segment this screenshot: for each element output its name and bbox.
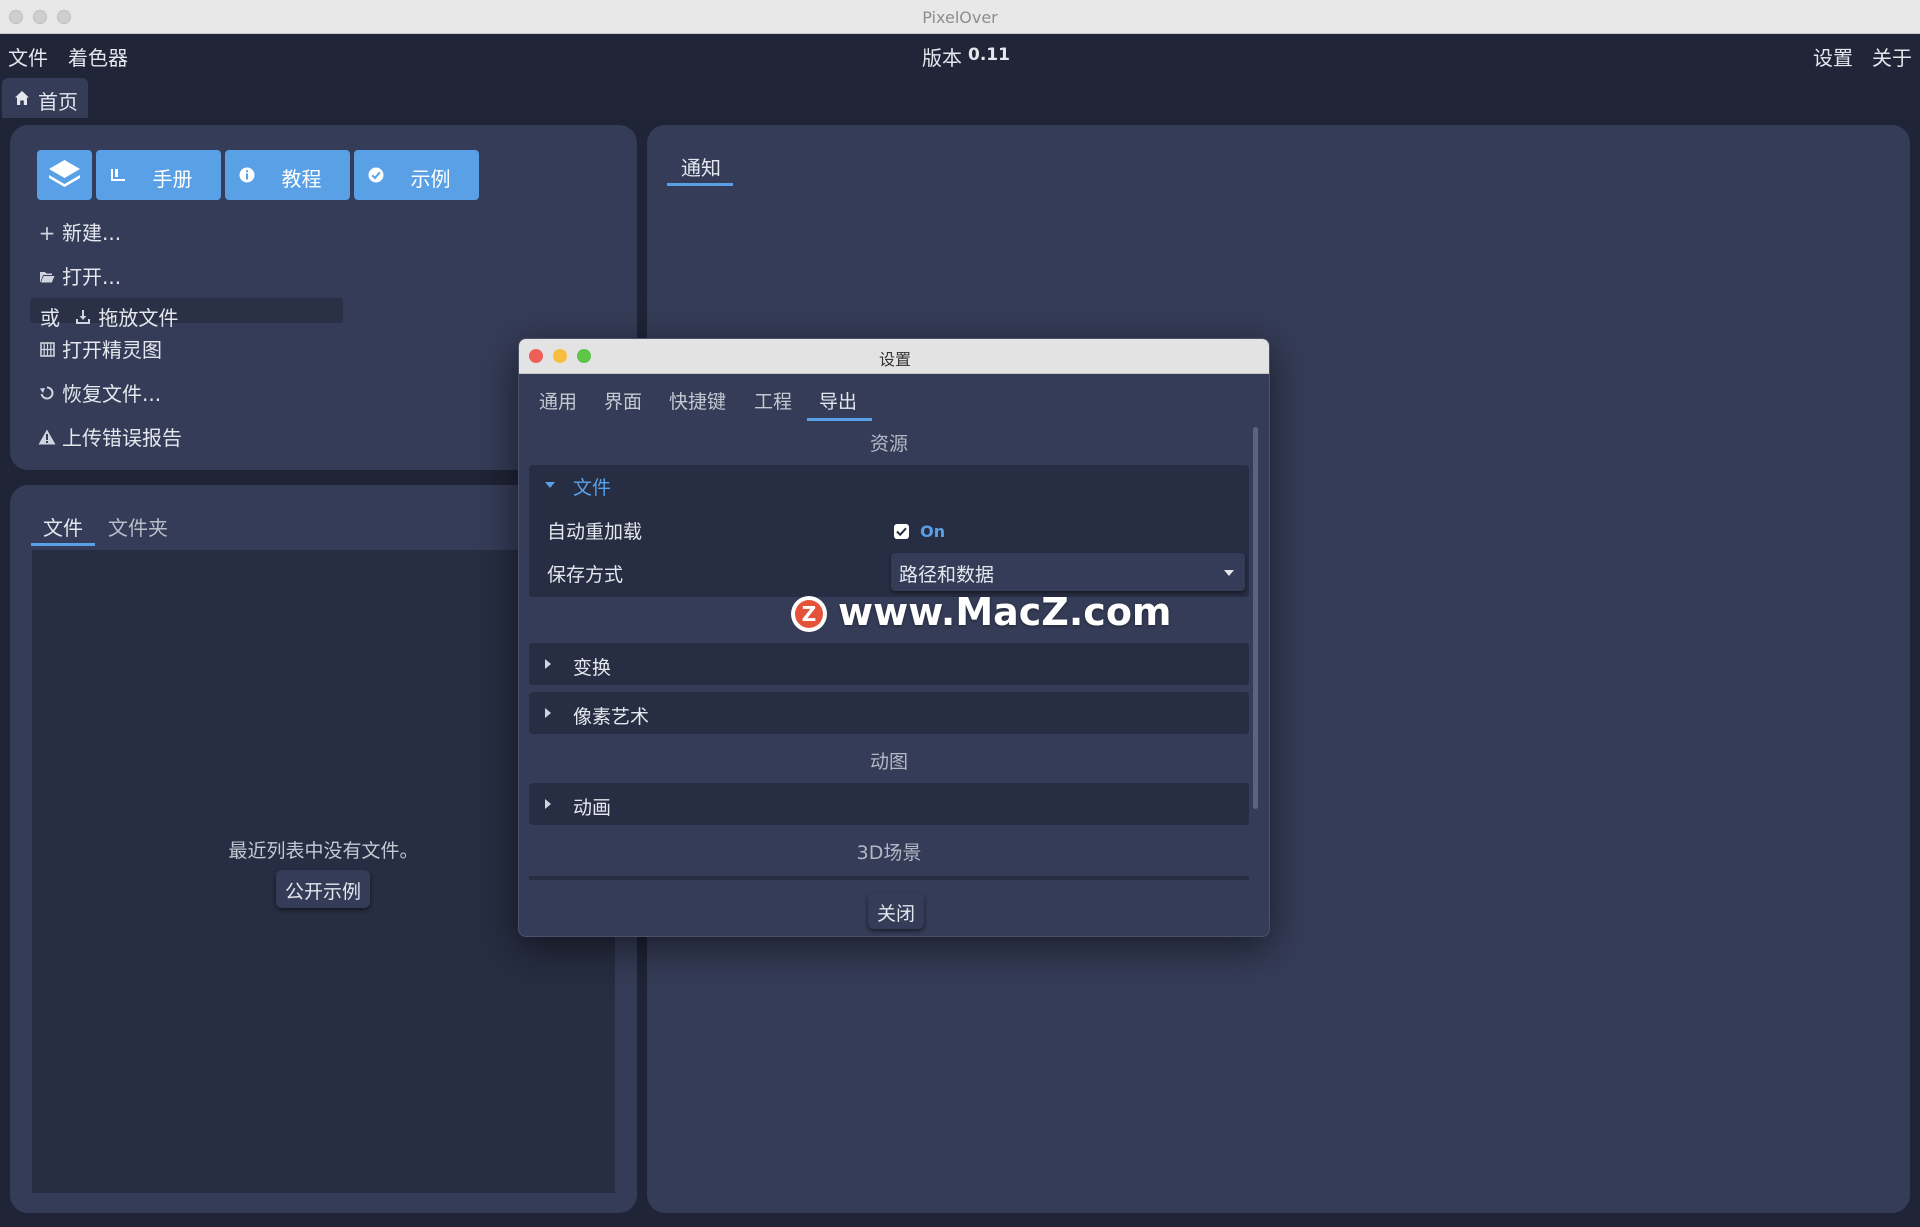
checkbox-icon (894, 524, 909, 539)
open-examples-button[interactable]: 公开示例 (276, 870, 370, 908)
or-label: 或 (40, 306, 60, 330)
tutorial-button-label: 教程 (281, 167, 322, 191)
examples-button[interactable]: 示例 (354, 150, 479, 200)
section-resources-title: 资源 (869, 433, 908, 455)
tab-interface[interactable]: 界面 (604, 387, 642, 414)
tab-underline (667, 183, 733, 186)
tab-shortcuts[interactable]: 快捷键 (669, 387, 726, 414)
save-mode-select[interactable]: 路径和数据 (891, 553, 1245, 591)
auto-reload-label: 自动重加载 (547, 521, 643, 543)
menu-settings[interactable]: 设置 (1813, 42, 1853, 71)
group-file-title: 文件 (573, 477, 612, 499)
app-logo-button[interactable] (37, 150, 92, 200)
menu-shader[interactable]: 着色器 (68, 42, 128, 71)
tab-notifications[interactable]: 通知 (681, 152, 721, 181)
dialog-titlebar: 设置 (519, 339, 1269, 374)
open-file-label: 打开... (62, 265, 122, 289)
examples-button-label: 示例 (410, 167, 451, 191)
group-animation[interactable]: 动画 (529, 783, 1249, 825)
recover-file-item[interactable]: 恢复文件... (38, 378, 161, 407)
group-file: 文件 自动重加载 On 保存方式 路径和数据 (529, 465, 1249, 597)
manual-button-label: 手册 (152, 167, 193, 191)
drop-files-hint: 或 拖放文件 (40, 302, 178, 331)
caret-right-icon (545, 659, 551, 669)
folder-open-icon (38, 265, 56, 289)
new-file-item[interactable]: + 新建... (38, 217, 121, 246)
group-3d-edge (529, 876, 1249, 880)
group-transform-title: 变换 (573, 657, 612, 679)
upload-error-report-label: 上传错误报告 (62, 426, 182, 450)
open-sprite-label: 打开精灵图 (62, 338, 162, 362)
caret-down-icon (545, 482, 555, 488)
warning-icon (38, 426, 56, 450)
chevron-down-icon (1224, 570, 1234, 576)
open-file-item[interactable]: 打开... (38, 261, 121, 290)
new-file-label: 新建... (62, 221, 122, 245)
menubar: 文件 着色器 版本 0.11 设置 关于 (0, 34, 1920, 74)
upload-error-report-item[interactable]: 上传错误报告 (38, 422, 182, 451)
tab-home-label: 首页 (38, 90, 78, 114)
watermark-logo: Z (791, 596, 827, 632)
tutorial-button[interactable]: 教程 (225, 150, 350, 200)
group-pixel-art[interactable]: 像素艺术 (529, 692, 1249, 734)
manual-button[interactable]: 手册 (96, 150, 221, 200)
caret-right-icon (545, 708, 551, 718)
section-animation-title: 动图 (869, 751, 908, 773)
watermark-logo-letter: Z (795, 600, 823, 628)
grid-icon (38, 338, 56, 362)
tab-home[interactable]: 首页 (2, 78, 88, 118)
home-icon (15, 91, 29, 105)
restore-icon (38, 382, 56, 406)
section-3d-title: 3D场景 (856, 842, 922, 864)
tab-recent-folders[interactable]: 文件夹 (108, 512, 168, 541)
tab-project[interactable]: 工程 (754, 387, 792, 414)
group-file-header[interactable]: 文件 (529, 465, 1249, 503)
open-sprite-item[interactable]: 打开精灵图 (38, 334, 162, 363)
auto-reload-value: On (920, 522, 946, 541)
tab-recent-files[interactable]: 文件 (43, 512, 83, 541)
caret-right-icon (545, 799, 551, 809)
drop-files-label: 拖放文件 (98, 306, 179, 330)
watermark-text: www.MacZ.com (838, 590, 1172, 634)
save-mode-value: 路径和数据 (899, 564, 995, 586)
menu-about[interactable]: 关于 (1872, 42, 1912, 71)
group-animation-title: 动画 (573, 797, 612, 819)
version-label: 版本 (922, 46, 962, 70)
menu-file[interactable]: 文件 (8, 42, 48, 71)
tab-underline (31, 543, 95, 546)
group-transform[interactable]: 变换 (529, 643, 1249, 685)
document-tab-strip: 首页 (0, 74, 1920, 118)
save-mode-label: 保存方式 (547, 564, 624, 586)
close-dialog-button[interactable]: 关闭 (868, 893, 924, 929)
group-pixel-art-title: 像素艺术 (573, 706, 650, 728)
dialog-title: 设置 (878, 350, 911, 369)
tab-general[interactable]: 通用 (539, 387, 577, 414)
window-title: PixelOver (922, 8, 998, 27)
auto-reload-toggle[interactable]: On (894, 521, 945, 541)
settings-dialog: 设置 通用 界面 快捷键 工程 导出 资源 文件 自动重加载 On 保存方式 路… (518, 338, 1270, 937)
plus-icon: + (38, 221, 56, 245)
download-icon (74, 306, 92, 330)
recover-file-label: 恢复文件... (62, 382, 162, 406)
version-number: 0.11 (968, 45, 1010, 65)
tab-underline (807, 418, 872, 421)
window-titlebar: PixelOver (0, 0, 1920, 34)
tab-export[interactable]: 导出 (819, 387, 857, 414)
layers-logo-icon (49, 160, 80, 187)
